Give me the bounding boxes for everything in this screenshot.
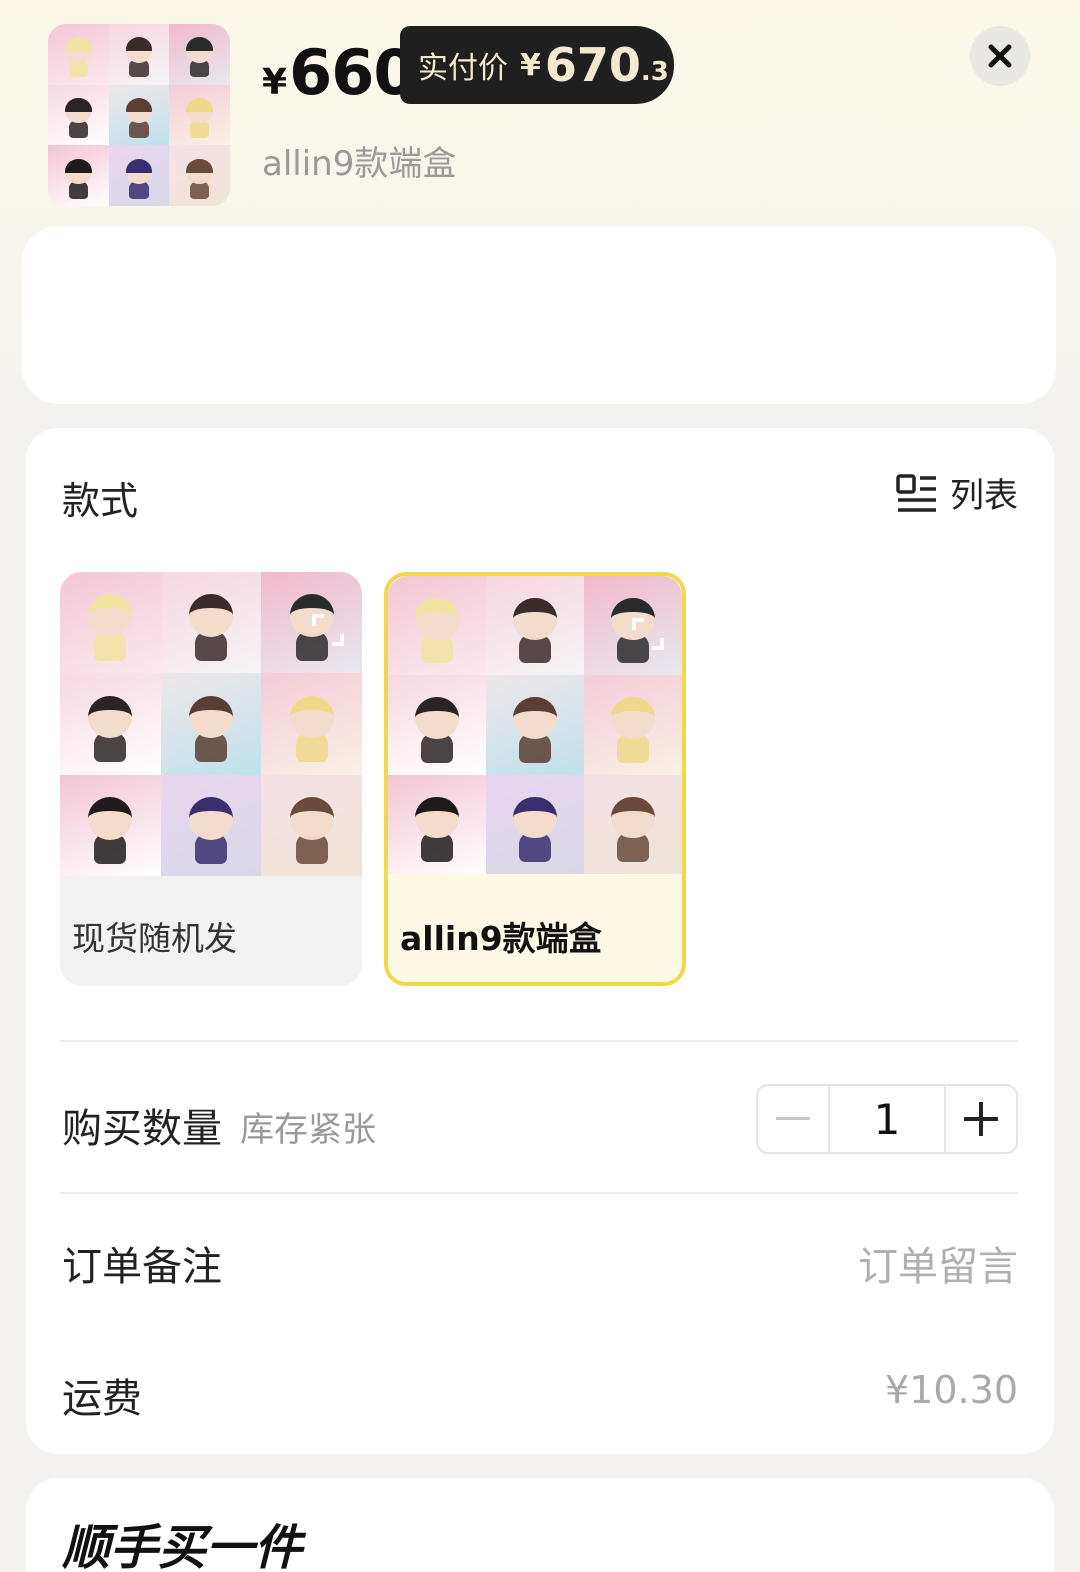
photo-cell [486, 774, 584, 874]
photo-cell [60, 673, 161, 775]
photo-cell [261, 774, 362, 876]
style-section-title: 款式 [62, 479, 139, 523]
photo-cell [60, 572, 161, 674]
close-icon [988, 44, 1012, 68]
divider [60, 1192, 1018, 1194]
photo-cell [388, 675, 486, 775]
photo-cell [261, 673, 362, 775]
photo-cell [169, 84, 230, 146]
photo-cell [108, 84, 170, 146]
paid-price-int: 670 [544, 38, 641, 92]
photo-cell [388, 576, 486, 676]
paid-price-dec: .3 [640, 57, 669, 87]
add-on-card: 顺手买一件 [26, 1478, 1054, 1572]
photo-cell [48, 24, 109, 85]
decrease-button[interactable] [758, 1086, 828, 1152]
quantity-label: 购买数量 [62, 1106, 222, 1152]
price: ¥ 660 [262, 36, 416, 109]
photo-cell [108, 145, 170, 206]
options-card: 款式 列表 现货随机发 allin9款端盒 购买数量 库存紧张 1 订单备注 订… [26, 428, 1054, 1454]
order-note-input[interactable]: 订单留言 [858, 1234, 1018, 1292]
redacted-address-card [22, 226, 1056, 404]
list-view-label: 列表 [950, 476, 1018, 516]
photo-cell [48, 145, 109, 206]
paid-price-badge: 实付价 ¥ 670 .3 [400, 26, 674, 104]
list-view-icon [896, 473, 936, 512]
photo-cell [60, 774, 161, 876]
option-image [60, 572, 362, 876]
paid-price-label: 实付价 [418, 51, 508, 86]
quantity-stepper: 1 [756, 1084, 1018, 1154]
photo-cell [584, 675, 682, 775]
option-label: allin9款端盒 [400, 919, 602, 958]
style-option-allin9[interactable]: allin9款端盒 [384, 572, 686, 986]
option-label: 现货随机发 [72, 919, 237, 958]
order-note-label: 订单备注 [62, 1244, 222, 1290]
photo-cell [160, 673, 262, 775]
expand-icon[interactable] [630, 616, 666, 652]
divider [60, 1040, 1018, 1042]
photo-cell [108, 24, 170, 85]
list-view-toggle[interactable]: 列表 [896, 468, 1018, 517]
increase-button[interactable] [946, 1086, 1016, 1152]
photo-cell [169, 24, 230, 85]
product-thumbnail [48, 24, 230, 206]
photo-cell [160, 572, 262, 674]
expand-icon[interactable] [310, 612, 346, 648]
shipping-value: ¥10.30 [885, 1368, 1018, 1412]
photo-cell [169, 145, 230, 206]
photo-cell [486, 675, 584, 775]
close-button[interactable] [970, 26, 1030, 86]
photo-cell [160, 774, 262, 876]
price-currency: ¥ [262, 62, 288, 103]
style-option-random[interactable]: 现货随机发 [60, 572, 362, 986]
selected-variant: allin9款端盒 [262, 144, 457, 184]
photo-cell [48, 84, 109, 146]
plus-icon [964, 1102, 998, 1136]
paid-price-currency: ¥ [520, 47, 541, 83]
shipping-label: 运费 [62, 1376, 142, 1422]
stock-note: 库存紧张 [240, 1110, 376, 1150]
price-value: 660 [289, 36, 416, 109]
photo-cell [584, 774, 682, 874]
photo-cell [486, 576, 584, 676]
add-on-title: 顺手买一件 [62, 1520, 303, 1572]
photo-cell [388, 774, 486, 874]
option-image [388, 576, 682, 874]
quantity-value[interactable]: 1 [828, 1086, 946, 1152]
minus-icon [776, 1117, 810, 1120]
